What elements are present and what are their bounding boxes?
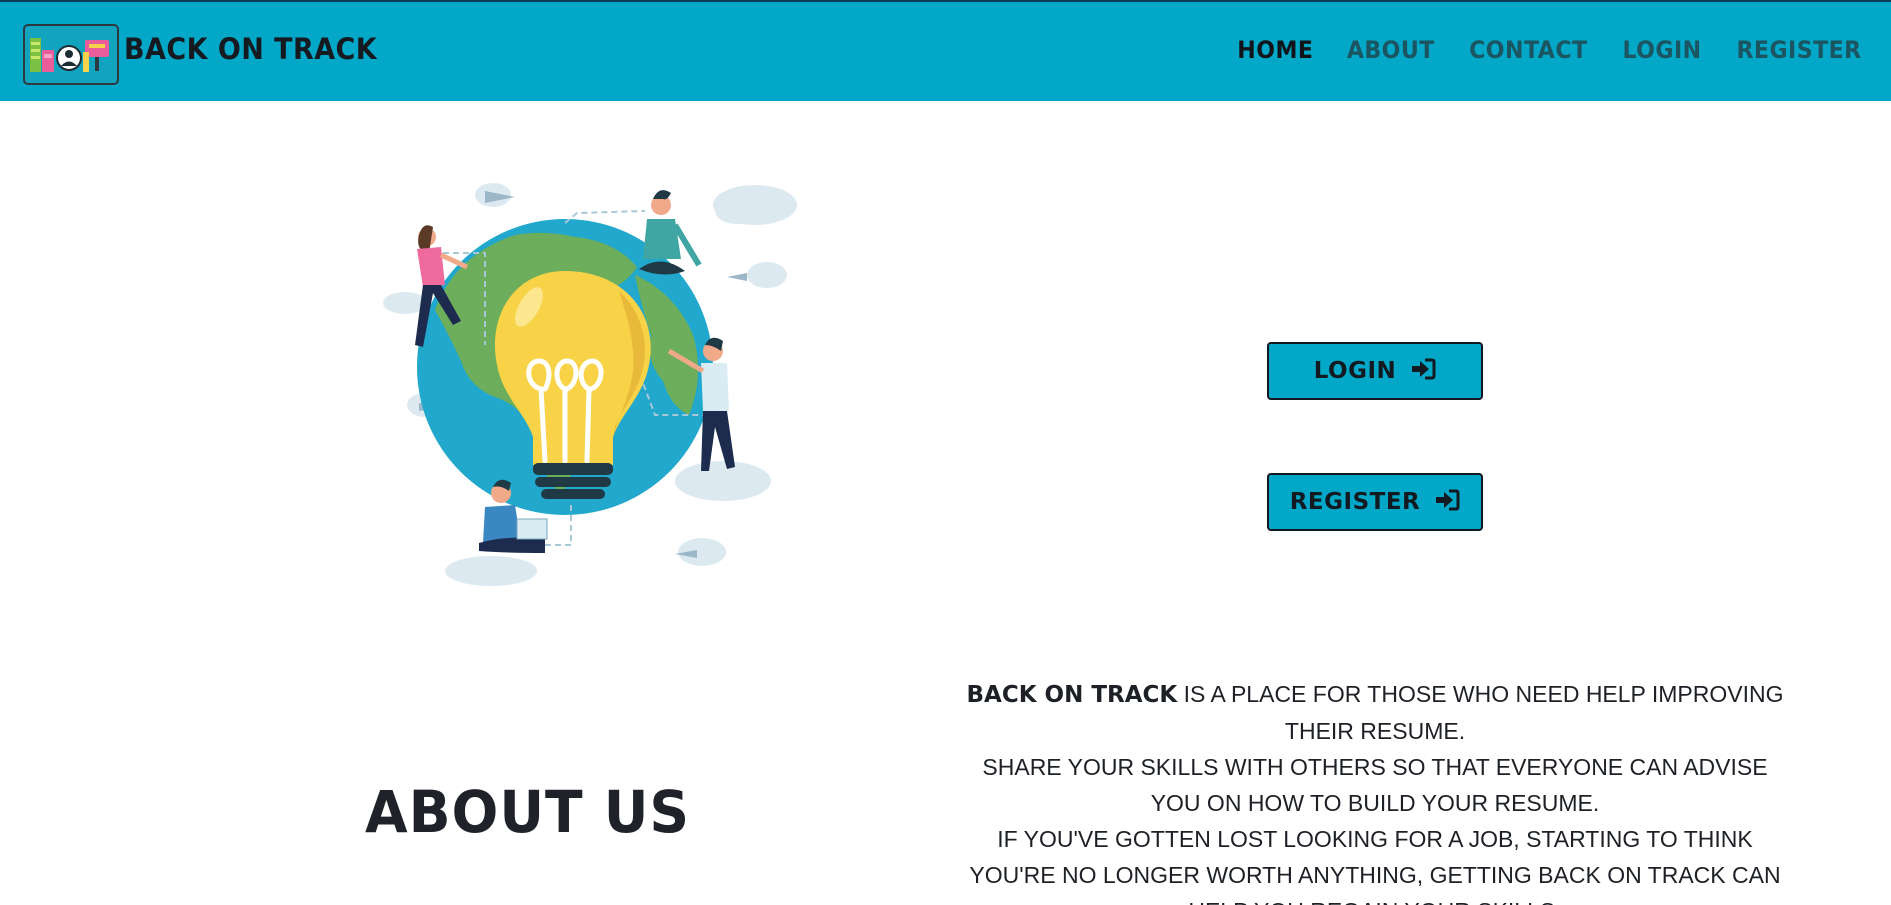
- top-navbar: BACK ON TRACK HOME ABOUT CONTACT LOGIN R…: [0, 0, 1891, 101]
- about-us-heading: ABOUT US: [365, 778, 691, 846]
- about-line-1: IS A PLACE FOR THOSE WHO NEED HELP IMPRO…: [1177, 681, 1784, 744]
- login-button[interactable]: LOGIN: [1267, 342, 1483, 400]
- about-brand-name: BACK ON TRACK: [966, 682, 1178, 708]
- nav-register-link[interactable]: REGISTER: [1736, 36, 1861, 64]
- about-description: BACK ON TRACK IS A PLACE FOR THOSE WHO N…: [960, 676, 1790, 905]
- nav-contact-link[interactable]: CONTACT: [1469, 36, 1587, 64]
- login-button-label: LOGIN: [1313, 358, 1397, 384]
- sign-in-icon: [1434, 489, 1460, 516]
- about-paragraph-2: SHARE YOUR SKILLS WITH OTHERS SO THAT EV…: [982, 754, 1768, 816]
- nav-home-link[interactable]: HOME: [1237, 36, 1313, 64]
- globe-lightbulb-people-illustration: [375, 175, 805, 595]
- register-button[interactable]: REGISTER: [1267, 473, 1483, 531]
- sign-in-icon: [1410, 358, 1436, 385]
- community-logo-icon[interactable]: [23, 24, 119, 85]
- about-paragraph-3: IF YOU'VE GOTTEN LOST LOOKING FOR A JOB,…: [969, 826, 1781, 905]
- nav-about-link[interactable]: ABOUT: [1346, 36, 1434, 64]
- brand-name[interactable]: BACK ON TRACK: [124, 32, 377, 66]
- register-button-label: REGISTER: [1289, 489, 1421, 515]
- main-nav: HOME ABOUT CONTACT LOGIN REGISTER: [1234, 36, 1867, 64]
- nav-login-link[interactable]: LOGIN: [1622, 36, 1701, 64]
- about-paragraph-1: BACK ON TRACK IS A PLACE FOR THOSE WHO N…: [960, 676, 1790, 749]
